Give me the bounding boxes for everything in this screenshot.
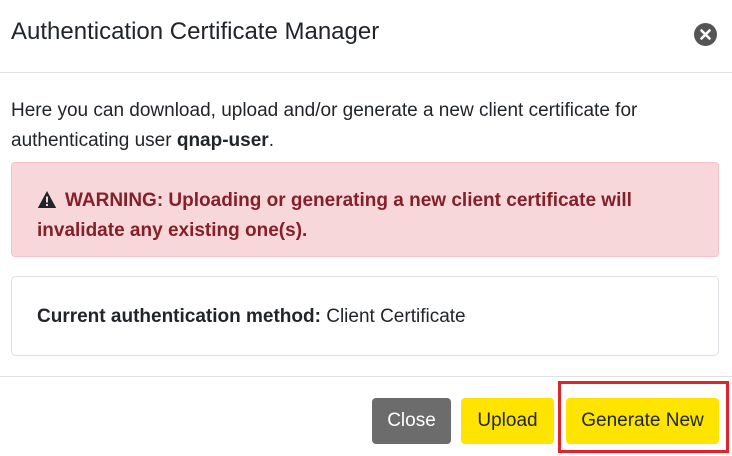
upload-button[interactable]: Upload	[461, 398, 554, 444]
warning-text: WARNING: Uploading or generating a new c…	[37, 190, 632, 241]
auth-method-value: Client Certificate	[326, 306, 466, 327]
intro-text: Here you can download, upload and/or gen…	[11, 96, 711, 156]
dialog-header: Authentication Certificate Manager	[0, 0, 732, 73]
footer-divider	[0, 376, 732, 377]
warning-alert: WARNING: Uploading or generating a new c…	[11, 162, 719, 257]
auth-method-card: Current authentication method: Client Ce…	[11, 276, 719, 356]
x-mark-icon	[700, 29, 711, 40]
auth-method-label: Current authentication method:	[37, 306, 321, 327]
close-button[interactable]: Close	[372, 398, 451, 444]
close-dialog-icon[interactable]	[694, 23, 717, 46]
certificate-manager-dialog: Authentication Certificate Manager Here …	[0, 0, 732, 456]
intro-text-after: .	[268, 130, 274, 151]
auth-method-line: Current authentication method: Client Ce…	[37, 305, 466, 329]
username: qnap-user	[176, 130, 269, 151]
warning-message: WARNING: Uploading or generating a new c…	[37, 186, 707, 246]
warning-triangle-icon	[37, 191, 57, 208]
dialog-title: Authentication Certificate Manager	[11, 18, 380, 45]
generate-new-button[interactable]: Generate New	[566, 398, 719, 444]
intro-text-before: Here you can download, upload and/or gen…	[11, 100, 638, 151]
